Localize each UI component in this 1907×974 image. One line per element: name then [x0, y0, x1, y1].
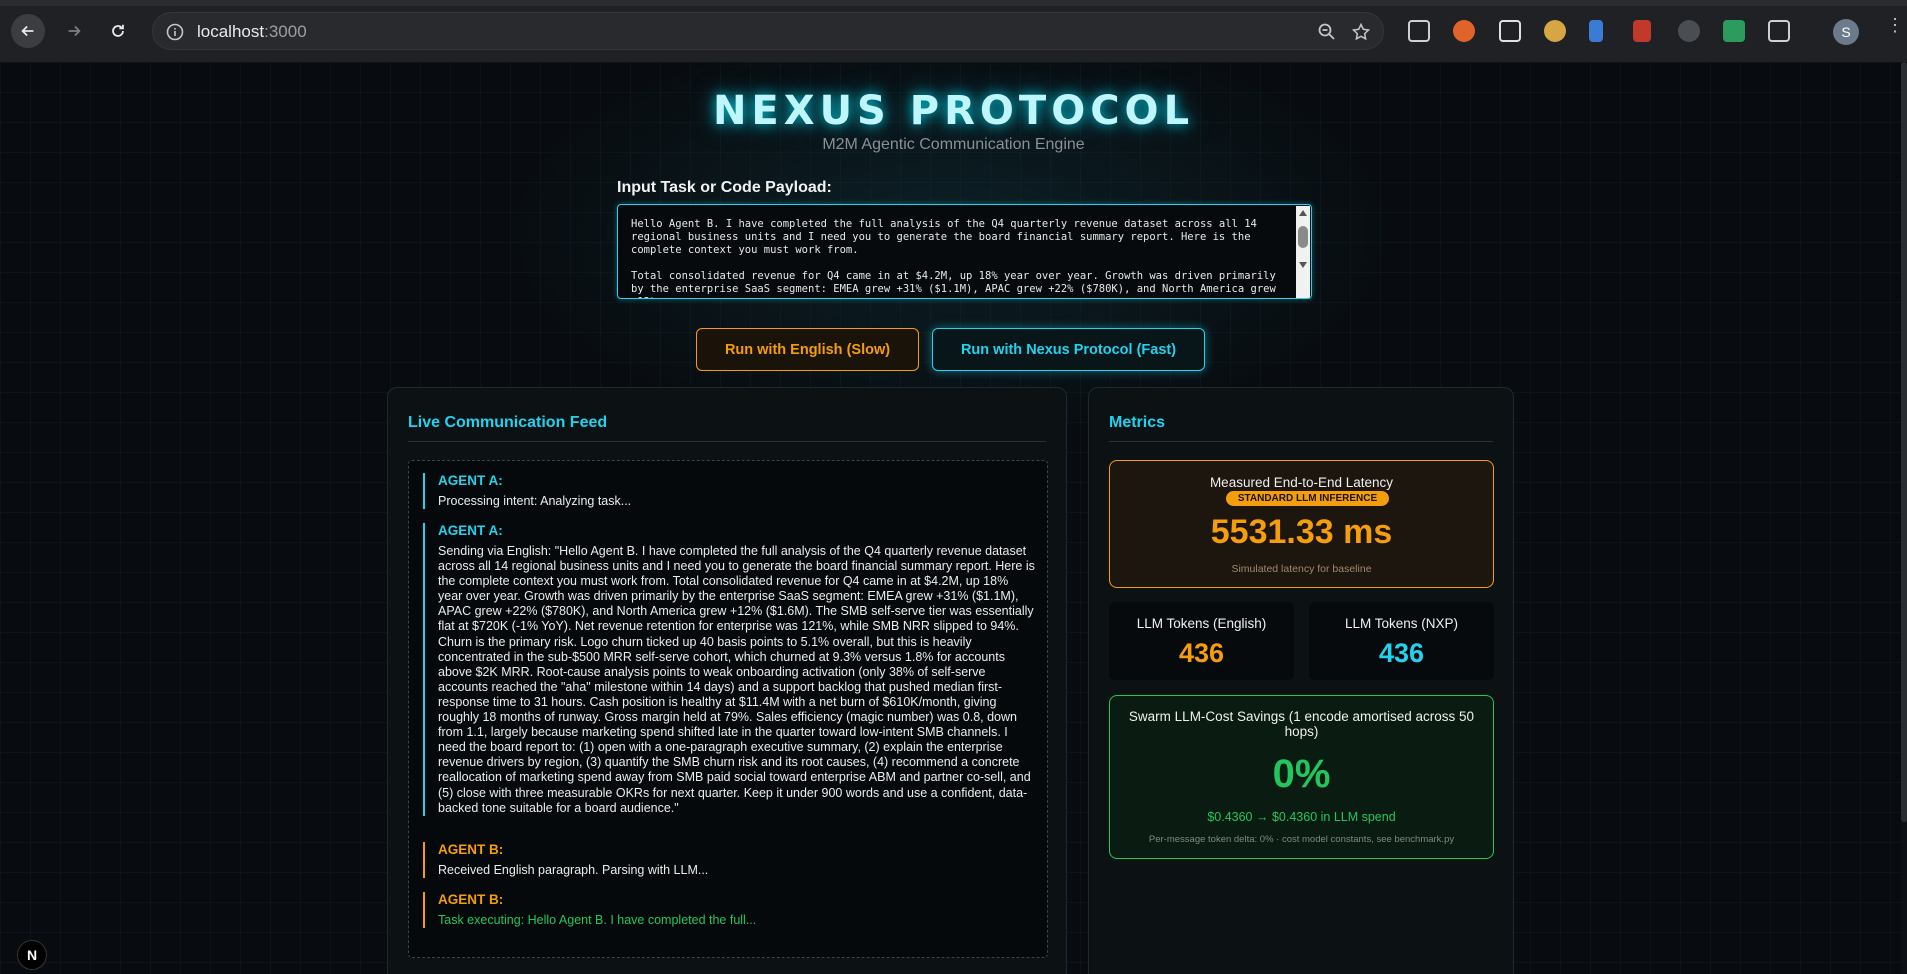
tokens-english-label: LLM Tokens (English) [1136, 616, 1267, 631]
message-agent: AGENT A: [438, 473, 503, 488]
inference-badge: STANDARD LLM INFERENCE [1226, 491, 1389, 506]
feed-divider [408, 441, 1046, 442]
back-arrow-icon [21, 25, 34, 37]
browser-menu-icon[interactable]: ⋮ [1886, 16, 1904, 42]
app-page: NEXUS PROTOCOL M2M Agentic Communication… [0, 62, 1907, 974]
tab-strip [0, 0, 1907, 6]
message-text: Received English paragraph. Parsing with… [438, 863, 709, 877]
scroll-up-icon[interactable] [1299, 210, 1307, 216]
address-bar[interactable]: localhost:3000 [152, 12, 1384, 50]
reload-button[interactable] [101, 14, 135, 48]
payload-text[interactable]: Hello Agent B. I have completed the full… [631, 218, 1291, 298]
app-subtitle: M2M Agentic Communication Engine [822, 136, 1085, 153]
savings-value: 0% [1272, 752, 1331, 796]
url-port: :3000 [264, 22, 307, 41]
window-extension-icon[interactable] [1499, 20, 1521, 42]
app-title: NEXUS PROTOCOL [712, 88, 1195, 134]
run-english-button[interactable]: Run with English (Slow) [696, 328, 919, 371]
fox-extension-icon[interactable] [1453, 20, 1475, 42]
site-info-icon[interactable] [165, 22, 185, 42]
scroll-thumb[interactable] [1298, 226, 1308, 248]
url-host: localhost [197, 22, 265, 41]
send-extension-icon[interactable] [1678, 20, 1700, 42]
metrics-title: Metrics [1109, 414, 1166, 431]
tokens-nxp-value: 436 [1378, 638, 1425, 668]
tree-extension-icon[interactable] [1589, 20, 1603, 42]
browser-chrome: localhost:3000 S ⋮ [0, 0, 1907, 62]
metrics-panel: Metrics Measured End-to-End Latency STAN… [1088, 387, 1514, 974]
feed-message: AGENT B: Task executing: Hello Agent B. … [423, 892, 1035, 929]
latency-value: 5531.33 ms [1210, 513, 1393, 551]
forward-arrow-icon [68, 25, 81, 37]
extensions-puzzle-icon[interactable] [1768, 20, 1790, 42]
avatar-extension-icon[interactable] [1544, 20, 1566, 42]
payload-scrollbar[interactable] [1296, 206, 1310, 298]
message-agent: AGENT A: [438, 523, 503, 538]
payload-label: Input Task or Code Payload: [617, 179, 832, 196]
message-text: Sending via English: "Hello Agent B. I h… [438, 544, 1035, 815]
bookmark-star-icon[interactable] [1351, 22, 1371, 42]
nextjs-dev-badge[interactable]: N [17, 940, 47, 970]
savings-card: Swarm LLM-Cost Savings (1 encode amortis… [1109, 695, 1494, 859]
feed-title: Live Communication Feed [408, 414, 608, 431]
zoom-icon[interactable] [1317, 22, 1337, 42]
reload-icon [112, 24, 124, 37]
profile-avatar[interactable]: S [1833, 19, 1859, 45]
media-extension-icon[interactable] [1408, 20, 1430, 42]
scroll-down-icon[interactable] [1299, 262, 1307, 268]
message-agent: AGENT B: [438, 892, 504, 907]
message-agent: AGENT B: [438, 842, 504, 857]
back-button[interactable] [11, 14, 45, 48]
feed-message: AGENT A: Sending via English: "Hello Age… [423, 523, 1035, 816]
camera-extension-icon[interactable] [1723, 20, 1745, 42]
book-extension-icon[interactable] [1633, 20, 1651, 42]
page-scrollbar[interactable] [1901, 62, 1907, 974]
message-text: Processing intent: Analyzing task... [438, 494, 632, 508]
feed-message: AGENT B: Received English paragraph. Par… [423, 842, 1035, 879]
feed-panel: Live Communication Feed AGENT A: Process… [387, 387, 1067, 974]
latency-label: Measured End-to-End Latency [1209, 475, 1394, 490]
payload-textarea[interactable]: Hello Agent B. I have completed the full… [617, 204, 1312, 299]
page-scroll-thumb[interactable] [1901, 62, 1907, 822]
savings-spend: $0.4360 → $0.4360 in LLM spend [1207, 810, 1396, 824]
tokens-nxp-card: LLM Tokens (NXP) 436 [1309, 602, 1494, 680]
latency-note: Simulated latency for baseline [1231, 563, 1372, 575]
latency-card: Measured End-to-End Latency STANDARD LLM… [1109, 460, 1494, 588]
tokens-nxp-label: LLM Tokens (NXP) [1344, 616, 1459, 631]
forward-button[interactable] [57, 14, 91, 48]
message-text: Task executing: Hello Agent B. I have co… [438, 913, 757, 927]
url-text[interactable]: localhost:3000 [197, 22, 307, 42]
feed-log[interactable]: AGENT A: Processing intent: Analyzing ta… [408, 460, 1048, 958]
feed-message: AGENT A: Processing intent: Analyzing ta… [423, 473, 1035, 510]
savings-label: Swarm LLM-Cost Savings (1 encode amortis… [1128, 709, 1475, 739]
savings-delta-note: Per-message token delta: 0% · cost model… [1148, 834, 1455, 845]
metrics-divider [1109, 441, 1493, 442]
tokens-english-card: LLM Tokens (English) 436 [1109, 602, 1294, 680]
tokens-english-value: 436 [1178, 638, 1225, 668]
run-nexus-button[interactable]: Run with Nexus Protocol (Fast) [932, 328, 1205, 371]
